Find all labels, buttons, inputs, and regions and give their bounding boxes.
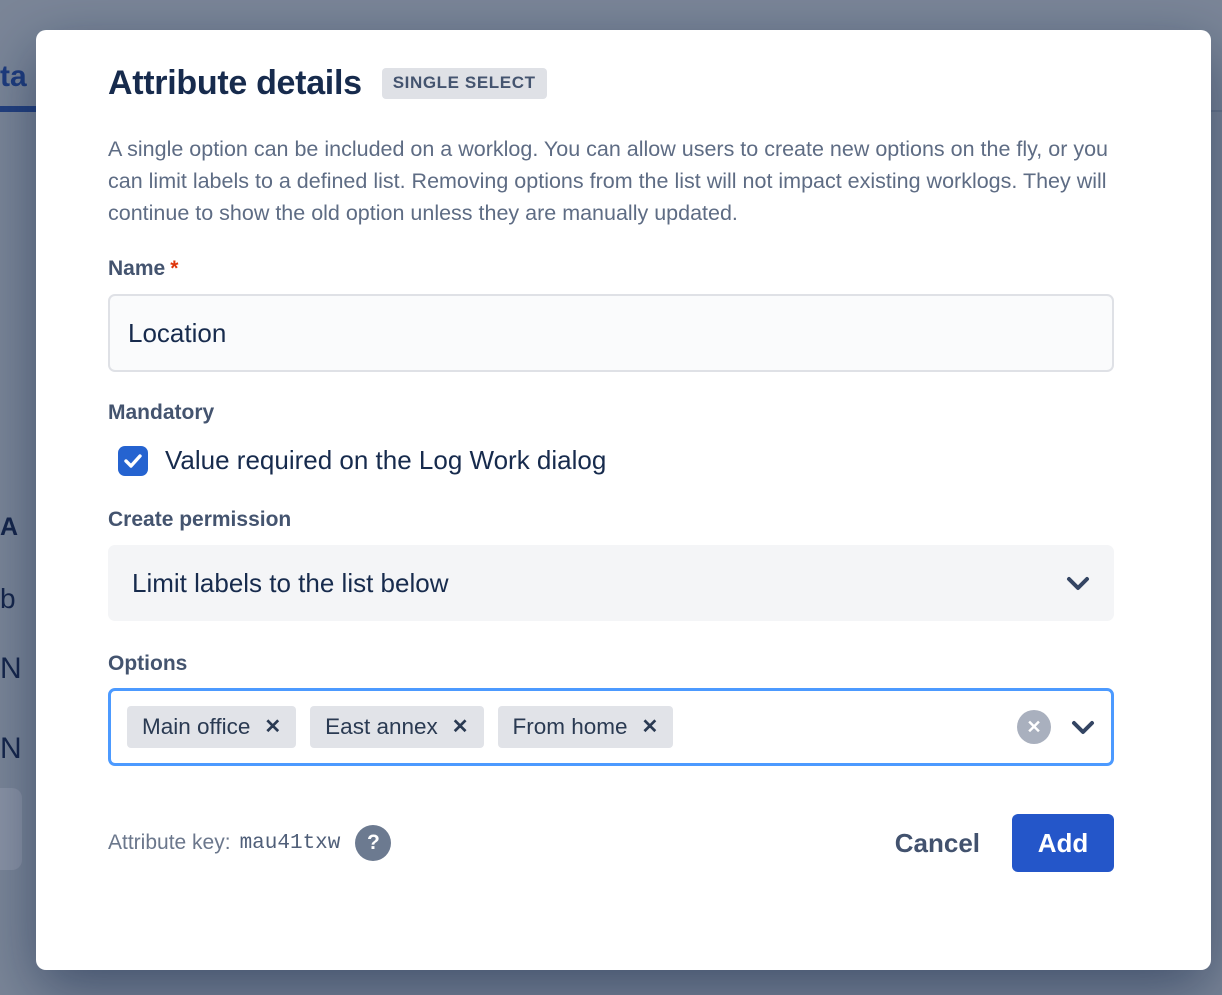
dialog-footer: Attribute key: mau41txw ? Cancel Add bbox=[108, 814, 1114, 872]
attribute-key-value: mau41txw bbox=[240, 832, 341, 855]
mandatory-field-label: Mandatory bbox=[108, 401, 1114, 425]
background-panel-fragment bbox=[0, 788, 22, 870]
checkmark-icon bbox=[124, 454, 142, 468]
mandatory-checkbox-row[interactable]: Value required on the Log Work dialog bbox=[108, 445, 1114, 476]
mandatory-checkbox[interactable] bbox=[118, 446, 148, 476]
cancel-button[interactable]: Cancel bbox=[895, 828, 980, 859]
dialog-description: A single option can be included on a wor… bbox=[108, 133, 1114, 229]
chevron-down-icon bbox=[1066, 576, 1090, 591]
dialog-title: Attribute details bbox=[108, 64, 362, 103]
add-button[interactable]: Add bbox=[1012, 814, 1114, 872]
background-text-fragment: N bbox=[0, 732, 22, 766]
option-tag: East annex ✕ bbox=[310, 706, 483, 748]
create-permission-selected-value: Limit labels to the list below bbox=[132, 568, 448, 599]
remove-tag-icon[interactable]: ✕ bbox=[642, 717, 659, 737]
remove-tag-icon[interactable]: ✕ bbox=[264, 717, 281, 737]
chevron-down-icon[interactable] bbox=[1071, 720, 1095, 735]
option-tag: Main office ✕ bbox=[127, 706, 296, 748]
clear-all-icon[interactable]: ✕ bbox=[1017, 710, 1051, 744]
background-tab-active-underline bbox=[0, 106, 36, 112]
dialog-header: Attribute details SINGLE SELECT bbox=[108, 64, 1114, 103]
mandatory-checkbox-label: Value required on the Log Work dialog bbox=[165, 445, 606, 476]
background-text-fragment: b bbox=[0, 583, 16, 615]
attribute-details-dialog: Attribute details SINGLE SELECT A single… bbox=[36, 30, 1211, 970]
required-asterisk: * bbox=[170, 257, 178, 280]
options-multiselect[interactable]: Main office ✕ East annex ✕ From home ✕ ✕ bbox=[108, 688, 1114, 766]
remove-tag-icon[interactable]: ✕ bbox=[452, 717, 469, 737]
option-tag-label: From home bbox=[513, 714, 628, 740]
name-label-text: Name bbox=[108, 257, 165, 280]
name-input[interactable] bbox=[108, 294, 1114, 372]
create-permission-label: Create permission bbox=[108, 508, 1114, 532]
background-text-fragment: N bbox=[0, 652, 22, 686]
option-tag: From home ✕ bbox=[498, 706, 674, 748]
option-tag-label: Main office bbox=[142, 714, 250, 740]
options-label: Options bbox=[108, 652, 1114, 676]
name-field-label: Name* bbox=[108, 257, 1114, 281]
background-tab-fragment: ta bbox=[0, 60, 27, 94]
background-text-fragment: A bbox=[0, 513, 18, 542]
help-icon[interactable]: ? bbox=[355, 825, 391, 861]
option-tag-label: East annex bbox=[325, 714, 438, 740]
attribute-key-label: Attribute key: bbox=[108, 831, 231, 855]
create-permission-select[interactable]: Limit labels to the list below bbox=[108, 545, 1114, 621]
attribute-type-badge: SINGLE SELECT bbox=[382, 68, 547, 99]
multiselect-controls: ✕ bbox=[1017, 710, 1095, 744]
